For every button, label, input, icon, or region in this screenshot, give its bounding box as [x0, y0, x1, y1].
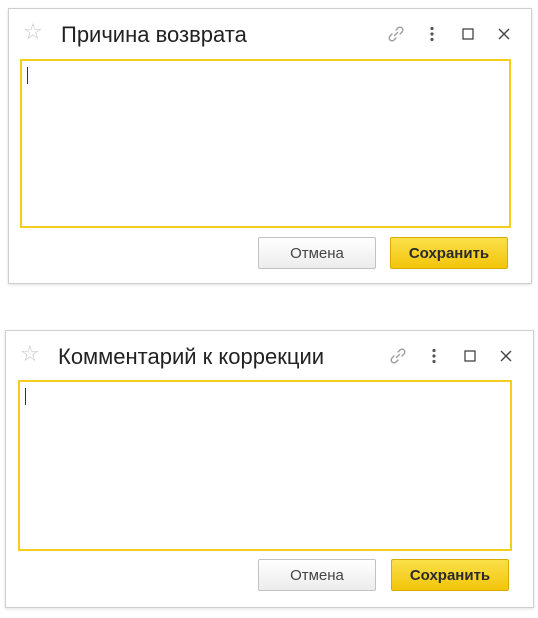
save-button[interactable]: Сохранить	[390, 237, 508, 269]
link-icon[interactable]	[385, 23, 407, 45]
cancel-button[interactable]: Отмена	[258, 237, 376, 269]
maximize-icon[interactable]	[459, 345, 481, 367]
comment-textarea[interactable]	[18, 380, 512, 551]
dialog-titlebar: ☆ Причина возврата	[9, 9, 531, 59]
star-icon[interactable]: ☆	[20, 344, 40, 366]
star-icon[interactable]: ☆	[23, 22, 43, 44]
return-reason-dialog: ☆ Причина возврата Отмена Сохранить	[8, 8, 532, 284]
correction-comment-dialog: ☆ Комментарий к коррекции Отмена Сохрани…	[5, 330, 534, 608]
link-icon[interactable]	[387, 345, 409, 367]
text-caret	[27, 67, 28, 84]
maximize-icon[interactable]	[457, 23, 479, 45]
reason-textarea[interactable]	[20, 59, 511, 228]
dialog-title: Причина возврата	[61, 22, 247, 47]
dialog-title: Комментарий к коррекции	[58, 344, 325, 369]
close-icon[interactable]	[495, 345, 517, 367]
save-button[interactable]: Сохранить	[391, 559, 509, 591]
more-icon[interactable]	[423, 345, 445, 367]
dialog-titlebar: ☆ Комментарий к коррекции	[6, 331, 533, 381]
close-icon[interactable]	[493, 23, 515, 45]
text-caret	[25, 388, 26, 405]
cancel-button[interactable]: Отмена	[258, 559, 376, 591]
more-icon[interactable]	[421, 23, 443, 45]
